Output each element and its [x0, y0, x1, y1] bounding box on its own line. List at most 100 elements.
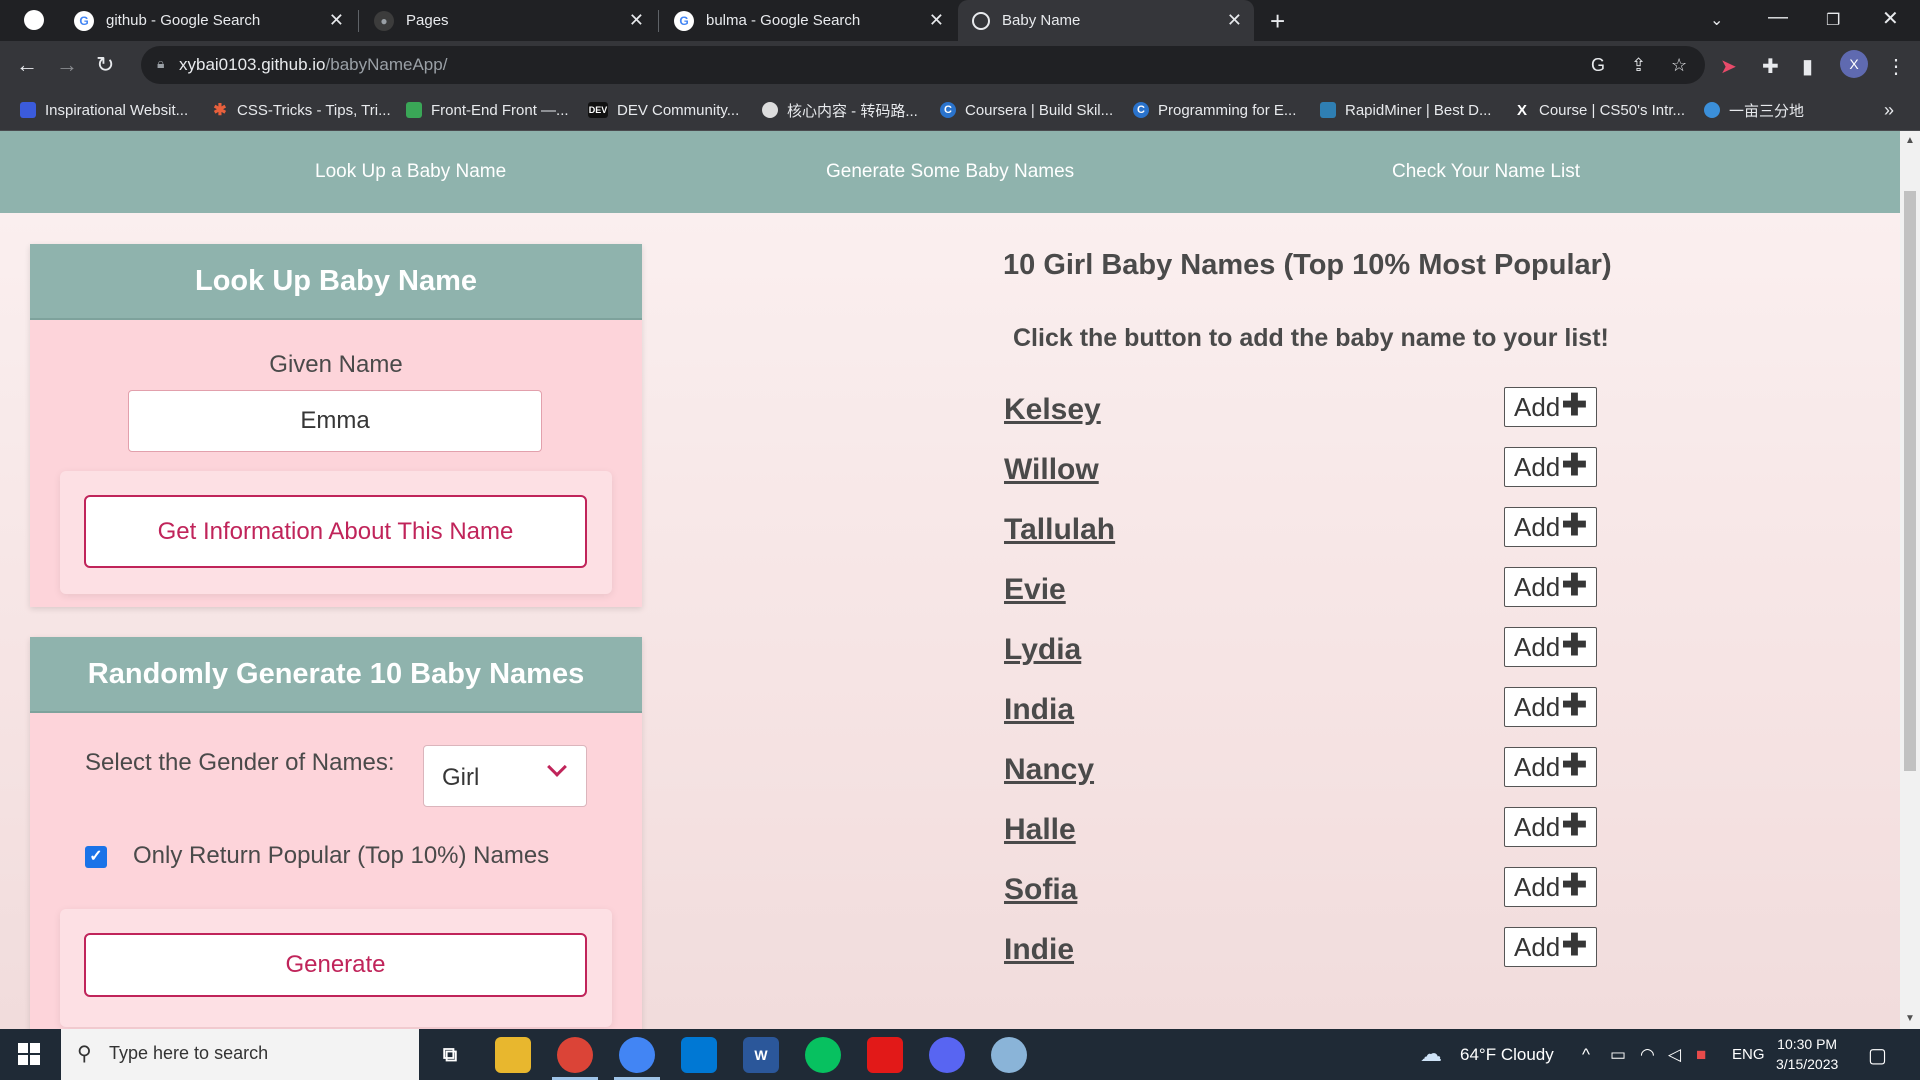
get-info-button[interactable]: Get Information About This Name [84, 495, 587, 568]
scrollbar-thumb[interactable] [1904, 191, 1916, 771]
tab-github-search[interactable]: G github - Google Search ✕ [60, 0, 356, 41]
tab-baby-name[interactable]: Baby Name ✕ [958, 0, 1254, 41]
chrome-icon[interactable] [557, 1037, 593, 1073]
back-icon[interactable]: ← [16, 52, 38, 78]
discord-icon[interactable] [929, 1037, 965, 1073]
chrome-menu-icon[interactable] [24, 10, 44, 30]
nav-lookup-link[interactable]: Look Up a Baby Name [315, 161, 506, 183]
wifi-icon[interactable]: ◠ [1640, 1045, 1655, 1065]
generate-button-box: Generate [60, 909, 612, 1027]
extension-icon[interactable]: ➤ [1720, 54, 1737, 79]
scroll-down-icon[interactable]: ▼ [1905, 1013, 1915, 1024]
word-icon[interactable]: W [743, 1037, 779, 1073]
restore-icon[interactable]: ❐ [1826, 10, 1840, 30]
tab-close-icon[interactable]: ✕ [1227, 10, 1242, 31]
bookmark-item[interactable]: ✱ CSS-Tricks - Tips, Tri... [212, 90, 390, 130]
profile-avatar[interactable]: X [1840, 50, 1868, 78]
bookmark-item[interactable]: X Course | CS50's Intr... [1514, 90, 1685, 130]
battery-icon[interactable]: ▭ [1610, 1045, 1626, 1065]
baby-name-link[interactable]: Lydia [1004, 633, 1081, 667]
bookmark-star-icon[interactable]: ☆ [1671, 55, 1687, 76]
add-name-button[interactable]: Add ✚ [1504, 867, 1597, 907]
bookmarks-bar: Inspirational Websit... ✱ CSS-Tricks - Ti… [0, 90, 1920, 131]
lock-icon: 🔒︎ [157, 55, 165, 71]
file-explorer-icon[interactable] [495, 1037, 531, 1073]
gender-select[interactable]: Girl [423, 745, 587, 807]
tab-close-icon[interactable]: ✕ [629, 10, 644, 31]
baby-name-link[interactable]: Nancy [1004, 753, 1094, 787]
new-tab-icon[interactable]: + [1270, 6, 1285, 37]
window-close-icon[interactable]: ✕ [1882, 6, 1899, 31]
scroll-up-icon[interactable]: ▲ [1905, 135, 1915, 146]
notification-app-icon[interactable]: ■ [1696, 1045, 1706, 1065]
add-name-button[interactable]: Add ✚ [1504, 447, 1597, 487]
add-name-button[interactable]: Add ✚ [1504, 807, 1597, 847]
paint-icon[interactable] [991, 1037, 1027, 1073]
add-name-button[interactable]: Add ✚ [1504, 747, 1597, 787]
tab-title: Baby Name [1002, 12, 1081, 29]
volume-icon[interactable]: ◁ [1668, 1045, 1681, 1065]
baby-name-link[interactable]: Halle [1004, 813, 1076, 847]
baby-name-link[interactable]: India [1004, 693, 1074, 727]
tab-close-icon[interactable]: ✕ [929, 10, 944, 31]
bookmark-item[interactable]: Front-End Front —... [406, 90, 569, 130]
vscode-icon[interactable] [681, 1037, 717, 1073]
tab-close-icon[interactable]: ✕ [329, 10, 344, 31]
wechat-icon[interactable] [805, 1037, 841, 1073]
nav-generate-link[interactable]: Generate Some Baby Names [826, 161, 1074, 183]
baby-name-link[interactable]: Tallulah [1004, 513, 1115, 547]
add-name-button[interactable]: Add ✚ [1504, 927, 1597, 967]
bookmark-item[interactable]: 核心内容 - 转码路... [762, 90, 918, 130]
weather-cloud-icon[interactable]: ☁ [1420, 1041, 1442, 1067]
reload-icon[interactable]: ↻ [96, 52, 114, 78]
tab-bulma-search[interactable]: G bulma - Google Search ✕ [660, 0, 956, 41]
add-name-button[interactable]: Add ✚ [1504, 387, 1597, 427]
windows-start-icon[interactable] [18, 1043, 40, 1065]
add-name-button[interactable]: Add ✚ [1504, 567, 1597, 607]
baby-name-link[interactable]: Willow [1004, 453, 1099, 487]
chrome-menu-dots-icon[interactable]: ⋮ [1886, 54, 1906, 79]
baby-name-link[interactable]: Sofia [1004, 873, 1077, 907]
tray-overflow-icon[interactable]: ^ [1582, 1045, 1590, 1065]
given-name-input[interactable]: Emma [128, 390, 542, 452]
bookmark-item[interactable]: C Programming for E... [1133, 90, 1296, 130]
add-name-button[interactable]: Add ✚ [1504, 507, 1597, 547]
tab-search-icon[interactable]: ⌄ [1710, 10, 1723, 30]
chrome-profile-icon[interactable] [619, 1037, 655, 1073]
tab-title: github - Google Search [106, 12, 261, 29]
popular-checkbox-label[interactable]: Only Return Popular (Top 10%) Names [133, 842, 549, 870]
minimize-icon[interactable]: — [1768, 6, 1788, 29]
bookmark-item[interactable]: Inspirational Websit... [20, 90, 188, 130]
generate-card-title: Randomly Generate 10 Baby Names [30, 637, 642, 713]
side-panel-icon[interactable]: ▮ [1802, 54, 1813, 79]
tab-pages[interactable]: ● Pages ✕ [360, 0, 656, 41]
extensions-puzzle-icon[interactable]: ✚ [1762, 54, 1779, 79]
generate-button[interactable]: Generate [84, 933, 587, 997]
bookmarks-overflow-icon[interactable]: » [1884, 90, 1894, 130]
action-center-icon[interactable]: ▢ [1868, 1043, 1887, 1068]
google-icon: G [674, 10, 694, 31]
bookmark-item[interactable]: 一亩三分地 [1704, 90, 1804, 130]
address-bar[interactable]: 🔒︎ xybai0103.github.io/babyNameApp/ G ⇪ … [141, 46, 1705, 84]
add-name-button[interactable]: Add ✚ [1504, 627, 1597, 667]
bookmark-item[interactable]: DEV DEV Community... [588, 90, 739, 130]
forward-icon[interactable]: → [56, 52, 78, 78]
nav-list-link[interactable]: Check Your Name List [1392, 161, 1580, 183]
task-view-icon[interactable]: ⧉ [432, 1037, 468, 1073]
baby-name-link[interactable]: Kelsey [1004, 393, 1101, 427]
bookmark-item[interactable]: C Coursera | Build Skil... [940, 90, 1113, 130]
bookmark-item[interactable]: RapidMiner | Best D... [1320, 90, 1491, 130]
popular-checkbox[interactable]: ✓ [85, 846, 107, 868]
taskbar-clock[interactable]: 10:30 PM 3/15/2023 [1776, 1034, 1838, 1074]
add-name-button[interactable]: Add ✚ [1504, 687, 1597, 727]
add-label: Add [1514, 932, 1561, 962]
taskbar-search-box[interactable]: ⚲ Type here to search [61, 1029, 419, 1080]
youdao-icon[interactable] [867, 1037, 903, 1073]
baby-name-link[interactable]: Evie [1004, 573, 1066, 607]
page-scrollbar[interactable]: ▲ ▼ [1900, 131, 1920, 1029]
share-icon[interactable]: ⇪ [1631, 55, 1646, 76]
google-lens-icon[interactable]: G [1591, 55, 1605, 76]
language-indicator[interactable]: ENG [1732, 1046, 1765, 1063]
weather-text[interactable]: 64°F Cloudy [1460, 1045, 1554, 1065]
baby-name-link[interactable]: Indie [1004, 933, 1074, 967]
